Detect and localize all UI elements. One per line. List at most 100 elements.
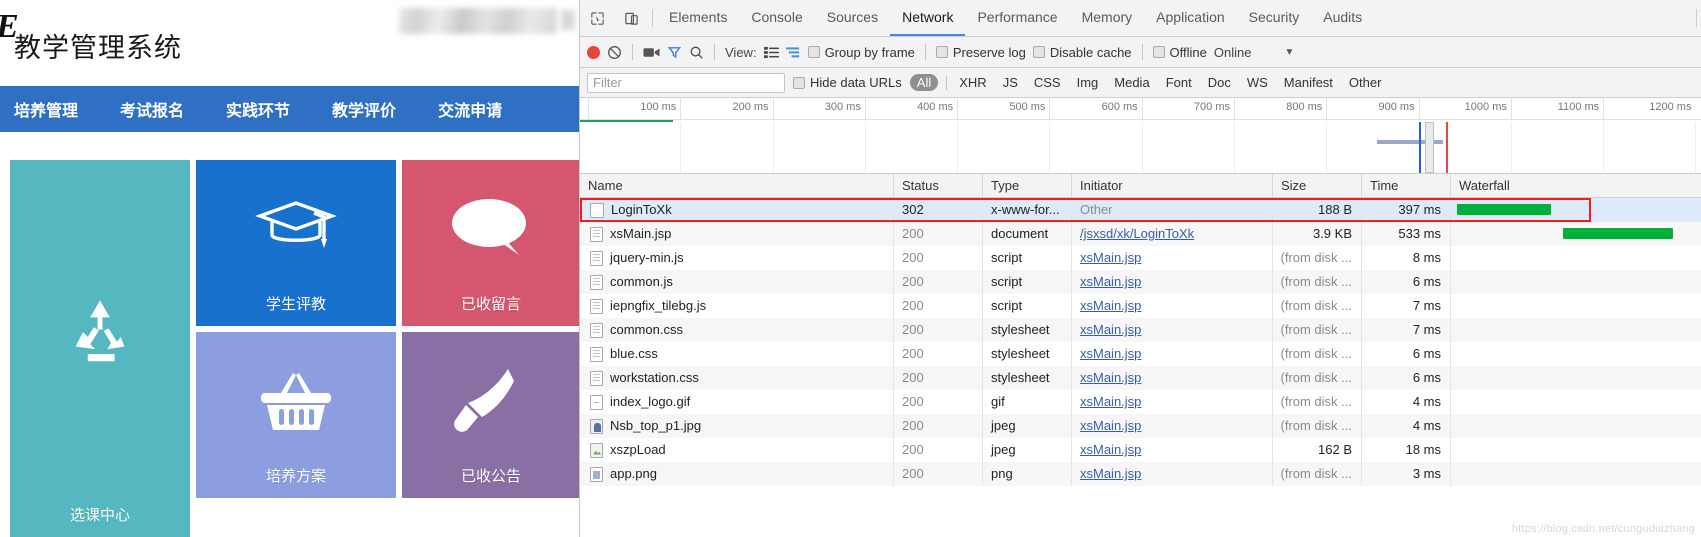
filter-type-xhr[interactable]: XHR — [955, 74, 990, 91]
table-row[interactable]: LoginToXk 302 x-www-for... Other 188 B 397 ms — [580, 198, 1701, 222]
tab-application[interactable]: Application — [1144, 0, 1237, 36]
timeline-tick: 500 ms — [957, 98, 1049, 120]
filter-type-media[interactable]: Media — [1110, 74, 1153, 91]
tab-performance[interactable]: Performance — [965, 0, 1069, 36]
cell-name[interactable]: common.css — [580, 318, 893, 342]
tab-security[interactable]: Security — [1237, 0, 1312, 36]
cell-name[interactable]: iepngfix_tilebg.js — [580, 294, 893, 318]
filter-type-img[interactable]: Img — [1073, 74, 1103, 91]
cell-name[interactable]: app.png — [580, 462, 893, 486]
table-row[interactable]: common.js 200 script xsMain.jsp (from disk .… — [580, 270, 1701, 294]
inspect-element-icon[interactable] — [580, 0, 614, 36]
column-header-time[interactable]: Time — [1361, 174, 1450, 198]
preserve-log-checkbox[interactable]: Preserve log — [935, 45, 1026, 60]
table-row[interactable]: app.png 200 png xsMain.jsp (from disk ... 3 m… — [580, 462, 1701, 486]
table-body[interactable]: LoginToXk 302 x-www-for... Other 188 B 397 ms… — [580, 198, 1701, 486]
filter-type-ws[interactable]: WS — [1243, 74, 1272, 91]
column-header-initiator[interactable]: Initiator — [1071, 174, 1272, 198]
checkbox-box[interactable] — [1152, 46, 1165, 58]
cell-waterfall — [1450, 342, 1701, 366]
cell-name[interactable]: xszpLoad — [580, 438, 893, 462]
tile-received-messages[interactable]: 已收留言 — [402, 160, 579, 326]
cell-name[interactable]: xsMain.jsp — [580, 222, 893, 246]
filter-type-doc[interactable]: Doc — [1204, 74, 1235, 91]
table-row[interactable]: workstation.css 200 stylesheet xsMain.jsp (f… — [580, 366, 1701, 390]
table-row[interactable]: index_logo.gif 200 gif xsMain.jsp (from disk… — [580, 390, 1701, 414]
filter-type-js[interactable]: JS — [999, 74, 1022, 91]
column-header-waterfall[interactable]: Waterfall — [1450, 174, 1701, 198]
tab-memory[interactable]: Memory — [1070, 0, 1145, 36]
filter-type-font[interactable]: Font — [1162, 74, 1196, 91]
filter-type-all[interactable]: All — [909, 74, 939, 91]
offline-checkbox[interactable]: Offline — [1152, 45, 1207, 60]
checkbox-box[interactable] — [793, 76, 805, 89]
cell-name[interactable]: blue.css — [580, 342, 893, 366]
image-file-icon — [590, 442, 603, 458]
group-by-frame-checkbox[interactable]: Group by frame — [807, 45, 915, 60]
table-row[interactable]: jquery-min.js 200 script xsMain.jsp (from di… — [580, 246, 1701, 270]
nav-item-kaoshibaoming[interactable]: 考试报名 — [120, 97, 184, 121]
throttling-value[interactable]: Online — [1214, 45, 1252, 60]
tile-label: 已收公告 — [460, 467, 521, 485]
network-overview[interactable]: 100 ms 200 ms 300 ms 400 ms 500 ms 600 ms 700 … — [580, 98, 1701, 174]
filter-funnel-icon[interactable] — [667, 45, 682, 60]
tile-course-selection[interactable]: 选课中心 — [10, 160, 190, 537]
table-row[interactable]: Nsb_top_p1.jpg 200 jpeg xsMain.jsp (from dis… — [580, 414, 1701, 438]
nav-item-jiaoxuepingjia[interactable]: 教学评价 — [332, 97, 396, 121]
network-request-table[interactable]: Name Status Type Initiator Size Time Waterfall… — [580, 174, 1701, 537]
table-row[interactable]: common.css 200 stylesheet xsMain.jsp (from d… — [580, 318, 1701, 342]
toggle-device-toolbar-icon[interactable] — [614, 0, 648, 36]
cell-size: 162 B — [1272, 438, 1361, 462]
cell-status: 200 — [893, 342, 982, 366]
checkbox-box[interactable] — [807, 46, 820, 58]
devtools-panel: Elements Console Sources Network Perform… — [580, 0, 1701, 537]
cell-name[interactable]: Nsb_top_p1.jpg — [580, 414, 893, 438]
column-header-size[interactable]: Size — [1272, 174, 1361, 198]
search-icon[interactable] — [689, 45, 704, 60]
overview-window-handle[interactable] — [1425, 122, 1435, 173]
tile-training-plan[interactable]: 培养方案 — [196, 332, 396, 498]
cell-name[interactable]: LoginToXk — [580, 198, 893, 222]
filter-type-css[interactable]: CSS — [1030, 74, 1065, 91]
tab-network[interactable]: Network — [890, 0, 966, 36]
nav-item-shijianhuanjie[interactable]: 实践环节 — [226, 97, 290, 121]
waterfall-view-icon[interactable] — [785, 46, 801, 59]
list-view-icon[interactable] — [763, 46, 779, 59]
nav-item-peiyangguanli[interactable]: 培养管理 — [14, 97, 78, 121]
filter-type-other[interactable]: Other — [1345, 74, 1386, 91]
tab-sources[interactable]: Sources — [815, 0, 890, 36]
filter-type-manifest[interactable]: Manifest — [1280, 74, 1337, 91]
web-page-pane: E 教学管理系统 培养管理 考试报名 实践环节 教学评价 交流申请 — [0, 0, 580, 537]
cell-status: 200 — [893, 222, 982, 246]
tab-elements[interactable]: Elements — [657, 0, 739, 36]
clear-icon[interactable] — [607, 45, 622, 60]
record-icon[interactable] — [587, 45, 600, 59]
column-header-status[interactable]: Status — [893, 174, 982, 198]
table-row[interactable]: xszpLoad 200 jpeg xsMain.jsp 162 B 18 ms — [580, 438, 1701, 462]
nav-item-jiaoliushenqing[interactable]: 交流申请 — [438, 97, 502, 121]
checkbox-box[interactable] — [1032, 46, 1045, 58]
chevron-down-icon[interactable]: ▼ — [1284, 47, 1294, 58]
tab-console[interactable]: Console — [739, 0, 814, 36]
cell-type: script — [982, 246, 1071, 270]
overview-graph[interactable] — [580, 122, 1701, 173]
disable-cache-checkbox[interactable]: Disable cache — [1032, 45, 1132, 60]
cell-name[interactable]: workstation.css — [580, 366, 893, 390]
hide-data-urls-checkbox[interactable]: Hide data URLs — [793, 75, 902, 90]
column-header-name[interactable]: Name — [580, 174, 893, 198]
tab-audits[interactable]: Audits — [1311, 0, 1374, 36]
table-row[interactable]: xsMain.jsp 200 document/jsxsd/xk/LoginToXk… — [580, 222, 1701, 246]
cell-name[interactable]: index_logo.gif — [580, 390, 893, 414]
tile-received-announcements[interactable]: 已收公告 — [402, 332, 579, 498]
table-row[interactable]: iepngfix_tilebg.js 200 script xsMain.jsp (fr… — [580, 294, 1701, 318]
checkbox-box[interactable] — [935, 46, 948, 58]
request-name: LoginToXk — [611, 202, 672, 217]
table-row[interactable]: blue.css 200 stylesheet xsMain.jsp (from dis… — [580, 342, 1701, 366]
timeline-tick-label: 1100 ms — [1557, 101, 1600, 113]
tile-student-evaluation[interactable]: 学生评教 — [196, 160, 396, 326]
column-header-type[interactable]: Type — [982, 174, 1071, 198]
cell-name[interactable]: jquery-min.js — [580, 246, 893, 270]
filter-input[interactable]: Filter — [587, 72, 785, 93]
cell-name[interactable]: common.js — [580, 270, 893, 294]
camera-icon[interactable] — [643, 46, 660, 59]
